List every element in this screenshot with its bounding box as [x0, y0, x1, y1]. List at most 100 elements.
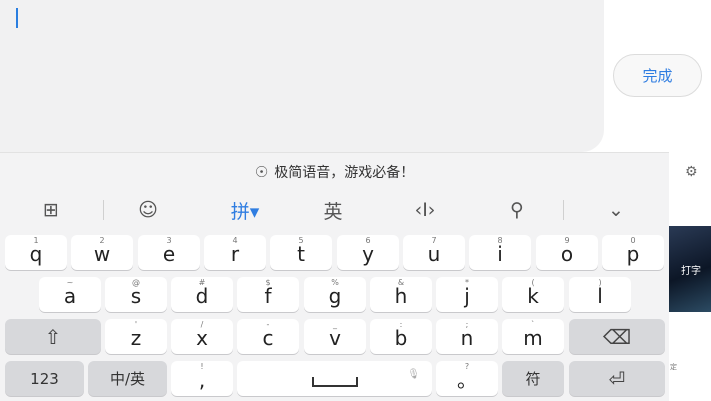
- text-input-area[interactable]: [0, 0, 604, 152]
- key-sub-label: !: [200, 362, 204, 371]
- gear-icon[interactable]: ⚙: [685, 164, 698, 180]
- enter-key[interactable]: ⏎: [569, 361, 665, 396]
- key-sub-label: 1: [33, 236, 39, 245]
- key-u[interactable]: 7u: [403, 235, 465, 270]
- key-sub-label: 6: [365, 236, 371, 245]
- key-label: g: [328, 284, 342, 308]
- period-key[interactable]: ?。: [436, 361, 498, 396]
- key-label: p: [626, 242, 640, 266]
- language-switch-key[interactable]: 中/英: [88, 361, 167, 396]
- done-button-label: 完成: [642, 67, 673, 85]
- key-s[interactable]: @ s: [105, 277, 167, 312]
- key-sub-label: 2: [99, 236, 105, 245]
- key-sub-label: /: [200, 320, 204, 329]
- key-label: q: [29, 242, 43, 266]
- shift-icon: ⇧: [44, 324, 62, 349]
- side-thumbnail-sub: 定: [670, 363, 677, 371]
- key-a[interactable]: ~ a: [39, 277, 101, 312]
- key-w[interactable]: 2w: [71, 235, 133, 270]
- comma-key[interactable]: !,: [171, 361, 233, 396]
- key-c[interactable]: -c: [237, 319, 299, 354]
- keyboard: ☉ 极简语音，游戏必备！ ⊞ ☺ 拼▾ 英 ‹I› ⚲ ⌄ 1q 2w 3e 4…: [0, 152, 669, 401]
- key-label: l: [597, 284, 603, 308]
- key-label: s: [130, 284, 142, 308]
- numbers-key-label: 123: [30, 369, 59, 388]
- key-p[interactable]: 0p: [602, 235, 664, 270]
- key-sub-label: 4: [232, 236, 238, 245]
- key-label: t: [297, 242, 305, 266]
- key-area: 1q 2w 3e 4r 5t 6y 7u 8i 9o 0p ~ a @ s # d $…: [0, 153, 669, 401]
- mic-icon: 🎙: [407, 369, 420, 380]
- key-label: e: [162, 242, 176, 266]
- key-e[interactable]: 3e: [138, 235, 200, 270]
- symbols-key[interactable]: 符: [502, 361, 564, 396]
- key-y[interactable]: 6y: [337, 235, 399, 270]
- language-switch-label: 中/英: [109, 370, 146, 388]
- key-sub-label: &: [397, 278, 405, 287]
- key-label: r: [230, 242, 240, 266]
- key-t[interactable]: 5t: [270, 235, 332, 270]
- space-key[interactable]: 🎙: [237, 361, 432, 396]
- key-sub-label: 9: [564, 236, 570, 245]
- key-label: j: [464, 284, 470, 308]
- key-label: 。: [457, 368, 477, 392]
- key-sub-label: ~: [66, 278, 74, 287]
- key-label: b: [394, 326, 408, 350]
- text-caret: [16, 8, 18, 28]
- key-label: a: [63, 284, 77, 308]
- key-sub-label: -: [266, 320, 270, 329]
- key-sub-label: ): [598, 278, 602, 287]
- backspace-icon: ⌫: [602, 324, 632, 349]
- numbers-key[interactable]: 123: [5, 361, 84, 396]
- key-sub-label: ?: [464, 362, 470, 371]
- key-label: y: [362, 242, 374, 266]
- enter-icon: ⏎: [608, 366, 626, 391]
- key-sub-label: $: [265, 278, 271, 287]
- key-v[interactable]: _ v: [304, 319, 366, 354]
- key-sub-label: #: [198, 278, 206, 287]
- key-label: f: [264, 284, 272, 308]
- key-x[interactable]: / x: [171, 319, 233, 354]
- shift-key[interactable]: ⇧: [5, 319, 101, 354]
- key-label: v: [329, 326, 341, 350]
- key-sub-label: 5: [298, 236, 304, 245]
- key-label: o: [560, 242, 574, 266]
- key-d[interactable]: # d: [171, 277, 233, 312]
- backspace-key[interactable]: ⌫: [569, 319, 665, 354]
- done-button[interactable]: 完成: [613, 54, 702, 97]
- key-l[interactable]: ) l: [569, 277, 631, 312]
- key-label: k: [527, 284, 539, 308]
- key-k[interactable]: (k: [502, 277, 564, 312]
- key-i[interactable]: 8i: [469, 235, 531, 270]
- key-sub-label: (: [531, 278, 535, 287]
- key-label: i: [497, 242, 503, 266]
- key-g[interactable]: % g: [304, 277, 366, 312]
- key-label: h: [394, 284, 408, 308]
- key-q[interactable]: 1q: [5, 235, 67, 270]
- key-r[interactable]: 4r: [204, 235, 266, 270]
- key-label: n: [460, 326, 474, 350]
- side-thumbnail[interactable]: 打字: [669, 226, 711, 312]
- key-label: w: [93, 242, 111, 266]
- key-b[interactable]: :b: [370, 319, 432, 354]
- key-f[interactable]: $ f: [237, 277, 299, 312]
- key-sub-label: _: [333, 320, 337, 329]
- key-h[interactable]: & h: [370, 277, 432, 312]
- key-sub-label: :: [399, 320, 403, 329]
- key-label: m: [523, 326, 543, 350]
- key-n[interactable]: ; n: [436, 319, 498, 354]
- key-label: u: [427, 242, 441, 266]
- space-icon: [311, 376, 358, 387]
- key-z[interactable]: ' z: [105, 319, 167, 354]
- key-j[interactable]: * j: [436, 277, 498, 312]
- key-sub-label: %: [331, 278, 339, 287]
- key-m[interactable]: ` m: [502, 319, 564, 354]
- key-sub-label: @: [132, 278, 140, 287]
- key-sub-label: `: [531, 320, 535, 329]
- symbols-key-label: 符: [525, 370, 541, 388]
- key-label: c: [262, 326, 274, 350]
- key-sub-label: ;: [465, 320, 469, 329]
- key-label: d: [195, 284, 209, 308]
- key-sub-label: ': [134, 320, 138, 329]
- key-o[interactable]: 9o: [536, 235, 598, 270]
